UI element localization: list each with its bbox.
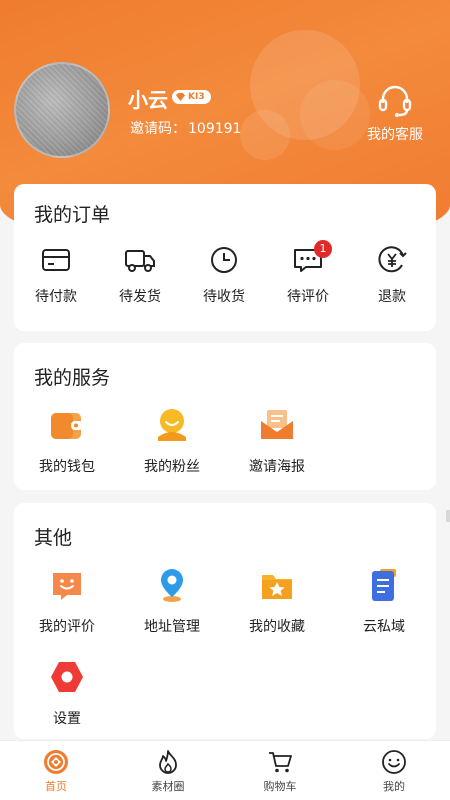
service-label: 我的钱包 <box>39 459 95 475</box>
others-title: 其他 <box>34 527 73 549</box>
other-settings[interactable]: 设置 <box>22 659 112 728</box>
username: 小云 <box>128 88 168 112</box>
envelope-icon <box>259 407 295 443</box>
document-icon <box>366 567 402 603</box>
other-my-reviews[interactable]: 我的评价 <box>22 567 112 636</box>
tab-label: 我的 <box>383 780 405 793</box>
tab-materials[interactable]: 素材圈 <box>128 749 208 794</box>
service-label: 邀请海报 <box>249 459 305 475</box>
order-pending-payment[interactable]: 待付款 <box>14 246 98 306</box>
orders-card: 我的订单 待付款 待发货 待收货 1 待评价 退款 <box>14 184 436 331</box>
other-favorites[interactable]: 我的收藏 <box>232 567 322 636</box>
order-item-label: 待收货 <box>203 289 245 305</box>
services-title: 我的服务 <box>34 367 111 389</box>
star-folder-icon <box>259 567 295 603</box>
order-item-label: 待付款 <box>35 289 77 305</box>
other-label: 设置 <box>53 711 81 727</box>
service-invite-poster[interactable]: 邀请海报 <box>232 407 322 476</box>
smile-face-icon <box>382 750 406 774</box>
customer-service-button[interactable]: 我的客服 <box>360 84 430 144</box>
level-label: KI3 <box>188 92 205 102</box>
other-label: 云私域 <box>363 619 405 635</box>
customer-service-label: 我的客服 <box>367 127 423 143</box>
order-pending-receipt[interactable]: 待收货 <box>182 246 266 306</box>
order-pending-shipment[interactable]: 待发货 <box>98 246 182 306</box>
other-label: 我的评价 <box>39 619 95 635</box>
decor-bubble <box>240 110 290 160</box>
truck-icon <box>125 250 155 272</box>
flame-icon <box>159 750 177 774</box>
wallet-icon <box>49 407 85 443</box>
order-item-label: 待发货 <box>119 289 161 305</box>
hexagon-settings-icon <box>49 659 85 695</box>
tab-label: 购物车 <box>263 780 297 793</box>
level-badge: KI3 <box>172 90 211 104</box>
service-label: 我的粉丝 <box>144 459 200 475</box>
tab-mine[interactable]: 我的 <box>354 749 434 794</box>
orders-title: 我的订单 <box>34 204 111 226</box>
home-icon <box>44 750 68 774</box>
other-address-management[interactable]: 地址管理 <box>127 567 217 636</box>
order-item-label: 待评价 <box>287 289 329 305</box>
tab-home[interactable]: 首页 <box>16 749 96 794</box>
services-card: 我的服务 我的钱包 我的粉丝 邀请海报 <box>14 343 436 490</box>
diamond-icon <box>176 93 185 101</box>
invite-label: 邀请码： <box>130 121 186 137</box>
bottom-tab-bar: 首页 素材圈 购物车 我的 <box>0 740 450 800</box>
smile-chat-icon <box>49 567 85 603</box>
other-label: 地址管理 <box>144 619 200 635</box>
yen-icon <box>378 246 407 273</box>
scroll-indicator <box>446 510 450 522</box>
order-refund[interactable]: 退款 <box>350 246 434 306</box>
invite-code-row: 邀请码： 109191 <box>128 118 241 138</box>
location-pin-icon <box>154 567 190 603</box>
others-card: 其他 我的评价 地址管理 我的收藏 云私域 设置 <box>14 503 436 739</box>
tab-label: 首页 <box>45 780 67 793</box>
tab-cart[interactable]: 购物车 <box>240 749 320 794</box>
invite-code: 109191 <box>188 121 242 137</box>
fans-icon <box>154 407 190 443</box>
clock-icon <box>211 247 237 273</box>
other-cloud-private-domain[interactable]: 云私域 <box>339 567 429 636</box>
headset-icon <box>378 85 412 117</box>
service-fans[interactable]: 我的粉丝 <box>127 407 217 476</box>
order-item-label: 退款 <box>378 289 406 305</box>
tab-label: 素材圈 <box>151 780 185 793</box>
service-wallet[interactable]: 我的钱包 <box>22 407 112 476</box>
unread-badge: 1 <box>314 240 332 258</box>
cart-icon <box>269 752 292 773</box>
avatar[interactable] <box>14 62 110 158</box>
card-icon <box>42 249 70 271</box>
order-pending-review[interactable]: 1 待评价 <box>266 240 350 306</box>
other-label: 我的收藏 <box>249 619 305 635</box>
